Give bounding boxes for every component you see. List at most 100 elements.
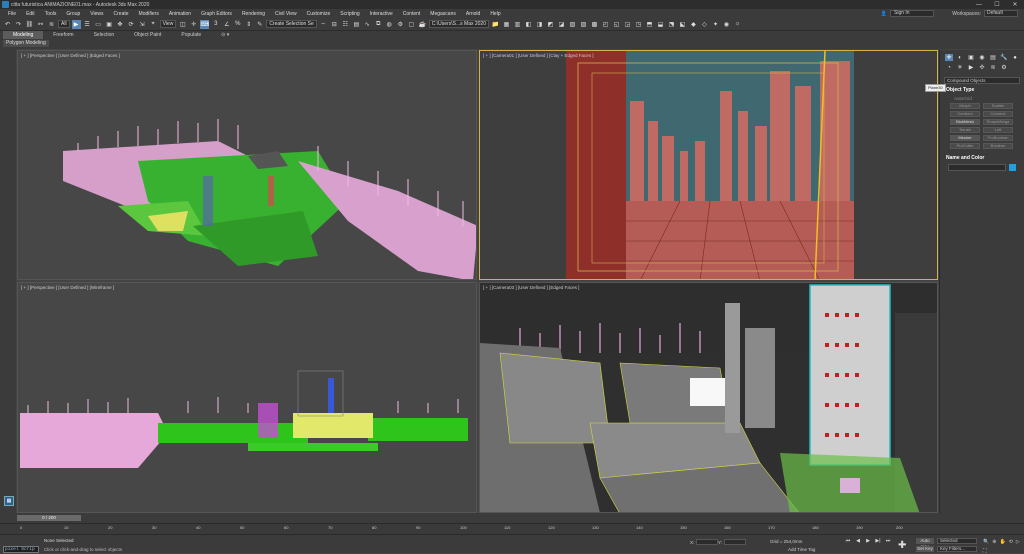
menu-scripting[interactable]: Scripting [335,11,364,17]
schematic-view-icon[interactable]: ⧉ [374,20,383,29]
tab-selection[interactable]: Selection [84,31,125,39]
render-icon[interactable]: ☕ [418,20,427,29]
tab-modeling[interactable]: Modeling [3,31,44,39]
project-folder-icon[interactable]: 📁 [491,20,500,29]
tool-j-icon[interactable]: ◰ [601,20,610,29]
go-end-icon[interactable]: ⏭ [885,538,891,544]
viewport-label[interactable]: [ + ] [Perspective ] [User Defined ] [Wi… [21,285,114,290]
project-path-dropdown[interactable]: C:\Users\S...s Max 2020 [428,20,489,28]
tool-t-icon[interactable]: ✦ [711,20,720,29]
maxscript-listener[interactable]: pixel Scrip [3,546,39,553]
menu-views[interactable]: Views [85,11,108,17]
maximize-viewport-icon[interactable]: ⛶ [983,548,987,554]
prev-frame-icon[interactable]: ◀ [855,538,861,544]
motion-tab-icon[interactable]: ◉ [978,54,986,61]
object-type-rollout[interactable]: Object Type [944,87,1020,93]
name-color-rollout[interactable]: Name and Color [944,155,1020,161]
select-object-icon[interactable]: ▶ [71,19,81,29]
percent-snap-icon[interactable]: % [233,20,242,29]
connect-button[interactable]: Connect [983,111,1013,117]
viewport-perspective-top[interactable]: [ + ] [Perspective ] [User Defined ] [Ed… [17,50,477,280]
redo-icon[interactable]: ↷ [14,20,23,29]
menu-group[interactable]: Group [61,11,85,17]
tool-q-icon[interactable]: ⬕ [678,20,687,29]
tool-i-icon[interactable]: ▩ [590,20,599,29]
menu-modifiers[interactable]: Modifiers [134,11,164,17]
add-time-tag-button[interactable]: Add Time Tag [788,547,815,552]
menu-graph-editors[interactable]: Graph Editors [196,11,237,17]
reference-coord-dropdown[interactable]: View [159,20,177,28]
maximize-button[interactable]: ☐ [988,0,1006,9]
menu-edit[interactable]: Edit [21,11,40,17]
proboolean-button[interactable]: ProBoolean [983,135,1013,141]
helpers-icon[interactable]: ✣ [978,64,986,71]
tab-object-paint[interactable]: Object Paint [124,31,171,39]
pan-icon[interactable]: ✋ [999,539,1005,545]
terrain-button[interactable]: Terrain [950,127,980,133]
tool-d-icon[interactable]: ◨ [535,20,544,29]
tool-u-icon[interactable]: ◉ [722,20,731,29]
ribbon-options-icon[interactable]: ⊙ ▾ [211,31,239,39]
menu-arnold[interactable]: Arnold [461,11,485,17]
tool-v-icon[interactable]: ☼ [733,20,742,29]
selection-set-dropdown[interactable]: Selected [937,538,977,544]
shapes-icon[interactable]: ◔ [945,64,953,71]
window-crossing-icon[interactable]: ▣ [105,20,114,29]
tool-b-icon[interactable]: ▥ [513,20,522,29]
angle-snap-icon[interactable]: ∠ [222,20,231,29]
tool-a-icon[interactable]: ▦ [502,20,511,29]
menu-megascans[interactable]: Megascans [425,11,461,17]
tool-l-icon[interactable]: ◲ [623,20,632,29]
tool-o-icon[interactable]: ⬓ [656,20,665,29]
spinner-snap-icon[interactable]: ⇕ [244,20,253,29]
auto-key-button[interactable]: Auto Key [916,538,934,549]
place-icon[interactable]: ⌖ [149,20,158,29]
link-icon[interactable]: ⛓ [25,20,34,29]
y-field[interactable] [724,539,747,545]
material-editor-icon[interactable]: ◍ [385,20,394,29]
menu-interactive[interactable]: Interactive [365,11,398,17]
menu-animation[interactable]: Animation [164,11,196,17]
loft-button[interactable]: Loft [983,127,1013,133]
select-manipulate-icon[interactable]: ✛ [189,20,198,29]
mesher-button[interactable]: Mesher [950,135,980,141]
scatter-button[interactable]: Scatter [983,103,1013,109]
orbit-icon[interactable]: ⟲ [1009,539,1013,545]
frame-window-icon[interactable]: ▢ [407,20,416,29]
hierarchy-tab-icon[interactable]: ▣ [967,54,975,61]
tool-r-icon[interactable]: ◆ [689,20,698,29]
time-slider[interactable]: 0 / 200 [17,515,81,521]
polygon-modeling-panel[interactable]: Polygon Modeling [3,40,49,47]
viewport-camera01[interactable]: [ + ] [Camera01 ] [User Defined ] [Clay … [479,50,938,280]
edit-named-sel-icon[interactable]: ✎ [255,20,264,29]
x-field[interactable] [696,539,719,545]
fov-icon[interactable]: ▷ [1016,539,1020,545]
rect-selection-icon[interactable]: ▭ [94,20,103,29]
procutter-button[interactable]: ProCutter [950,143,980,149]
menu-content[interactable]: Content [398,11,426,17]
rotate-icon[interactable]: ⟳ [127,20,136,29]
undo-icon[interactable]: ↶ [3,20,12,29]
key-mode-icon[interactable]: ✚ [898,540,906,551]
align-icon[interactable]: ⊟ [330,20,339,29]
selection-filter-dropdown[interactable]: All [58,20,70,28]
scale-icon[interactable]: ⇲ [138,20,147,29]
snap-toggle-icon[interactable]: 3 [211,20,220,29]
blobmesh-button[interactable]: BlobMesh [950,119,980,125]
cameras-icon[interactable]: ▶ [967,64,975,71]
viewport-label[interactable]: [ + ] [Perspective ] [User Defined ] [Ed… [21,53,120,58]
morph-button[interactable]: Morph [950,103,980,109]
mirror-icon[interactable]: ⇔ [319,20,328,29]
track-bar[interactable]: 0 10 20 30 40 50 60 70 80 90 100 110 120… [0,523,1024,534]
workspace-dropdown[interactable]: Default [984,10,1018,17]
named-selection-dropdown[interactable]: Create Selection Se [266,20,317,28]
go-start-icon[interactable]: ⏮ [845,538,851,544]
tool-k-icon[interactable]: ◱ [612,20,621,29]
tool-e-icon[interactable]: ◩ [546,20,555,29]
set-key-button[interactable]: Set Key [916,546,934,552]
tool-c-icon[interactable]: ◧ [524,20,533,29]
spacewarps-icon[interactable]: ≋ [989,64,997,71]
menu-tools[interactable]: Tools [40,11,62,17]
toggle-ribbon-icon[interactable]: ▤ [352,20,361,29]
tool-g-icon[interactable]: ▧ [568,20,577,29]
